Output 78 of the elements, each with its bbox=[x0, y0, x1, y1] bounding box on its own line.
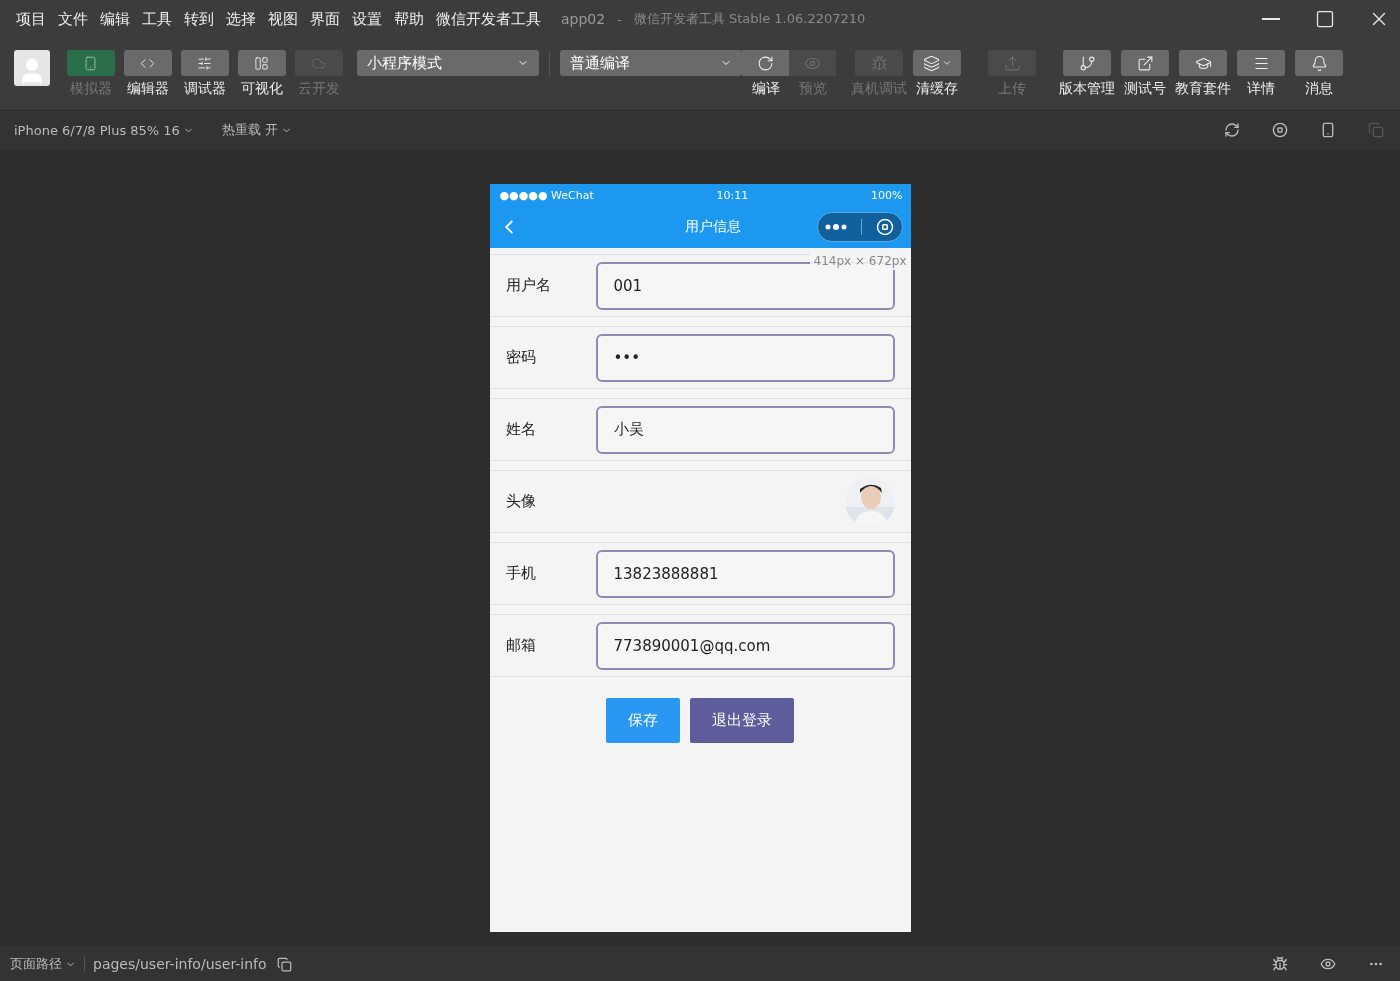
field-label: 手机 bbox=[505, 564, 537, 583]
page-title: 用户信息 bbox=[684, 218, 742, 236]
field-label: 密码 bbox=[505, 348, 537, 367]
battery-text: 100% bbox=[871, 188, 903, 202]
action-label: 消息 bbox=[1305, 80, 1333, 98]
menu-item[interactable]: 编辑 bbox=[100, 9, 130, 29]
minimize-icon bbox=[1262, 18, 1280, 20]
title-separator: - bbox=[617, 11, 622, 27]
layout-icon bbox=[254, 55, 269, 71]
menu-item[interactable]: 选择 bbox=[226, 9, 256, 29]
menu-item[interactable]: 文件 bbox=[58, 9, 88, 29]
more-icon bbox=[824, 224, 847, 230]
capsule-menu[interactable] bbox=[816, 212, 903, 242]
tool-label: 模拟器 bbox=[69, 80, 112, 98]
action-label: 清缓存 bbox=[916, 80, 958, 98]
menu-item[interactable]: 视图 bbox=[268, 9, 298, 29]
toolbar-button[interactable] bbox=[1237, 50, 1285, 76]
menu-item[interactable]: 设置 bbox=[352, 9, 382, 29]
phone-icon bbox=[83, 55, 98, 71]
tool-label: 调试器 bbox=[183, 80, 226, 98]
input-field[interactable]: 小吴 bbox=[595, 405, 895, 454]
toolbar-button[interactable] bbox=[742, 50, 789, 76]
view-toggle-button[interactable] bbox=[123, 50, 172, 76]
menu-item[interactable]: 帮助 bbox=[394, 9, 424, 29]
menu-item[interactable]: 工具 bbox=[142, 9, 172, 29]
caret-icon bbox=[941, 58, 952, 68]
input-field[interactable]: 773890001@qq.com bbox=[595, 621, 895, 670]
toolbar-button[interactable] bbox=[913, 50, 961, 76]
action-label: 编译 bbox=[751, 80, 780, 98]
compile-select[interactable]: 普通编译 bbox=[560, 50, 742, 76]
form-button[interactable]: 退出登录 bbox=[690, 698, 794, 743]
sliders-icon bbox=[197, 55, 212, 71]
input-field[interactable]: 13823888881 bbox=[595, 549, 895, 598]
menu-item[interactable]: 界面 bbox=[310, 9, 340, 29]
page-path-select[interactable]: 页面路径 bbox=[10, 955, 76, 973]
mode-select[interactable]: 小程序模式 bbox=[357, 50, 539, 76]
toolbar-button[interactable] bbox=[1063, 50, 1111, 76]
target-icon bbox=[876, 218, 895, 236]
view-toggle-button[interactable] bbox=[180, 50, 229, 76]
page-path: pages/user-info/user-info bbox=[93, 956, 267, 972]
field-label: 头像 bbox=[505, 492, 537, 511]
field-label: 邮箱 bbox=[505, 636, 537, 655]
window-title: app02 bbox=[561, 11, 606, 27]
upload-icon bbox=[1003, 54, 1021, 72]
action-label: 教育套件 bbox=[1175, 80, 1231, 98]
window-subtitle: 微信开发者工具 Stable 1.06.2207210 bbox=[633, 10, 866, 28]
cloud-icon bbox=[311, 55, 326, 71]
status-time: 10:11 bbox=[716, 188, 749, 202]
action-label: 版本管理 bbox=[1059, 80, 1115, 98]
toolbar-button[interactable] bbox=[1295, 50, 1343, 76]
carrier-text: ●●●●● WeChat bbox=[499, 188, 594, 202]
field-label: 姓名 bbox=[505, 420, 537, 439]
menu-item[interactable]: 项目 bbox=[16, 9, 46, 29]
view-toggle-button[interactable] bbox=[237, 50, 286, 76]
menu-item[interactable]: 微信开发者工具 bbox=[436, 9, 541, 29]
action-label: 详情 bbox=[1247, 80, 1275, 98]
field-label: 用户名 bbox=[505, 276, 552, 295]
view-toggle-button[interactable] bbox=[66, 50, 115, 76]
action-label: 测试号 bbox=[1124, 80, 1166, 98]
branch-icon bbox=[1078, 54, 1096, 72]
bug-icon bbox=[870, 54, 888, 72]
bell-icon bbox=[1310, 54, 1328, 72]
hot-reload-select[interactable]: 热重载 开 bbox=[221, 121, 293, 139]
layers-icon bbox=[922, 54, 940, 72]
external-link-icon bbox=[1136, 54, 1154, 72]
stop-icon[interactable] bbox=[1270, 120, 1290, 140]
action-label: 预览 bbox=[798, 80, 827, 98]
input-field[interactable]: ••• bbox=[595, 333, 895, 382]
tool-label: 可视化 bbox=[240, 80, 283, 98]
tool-label: 编辑器 bbox=[126, 80, 169, 98]
menu-item[interactable]: 转到 bbox=[184, 9, 214, 29]
action-label: 真机调试 bbox=[851, 80, 907, 98]
refresh-icon[interactable] bbox=[1222, 120, 1242, 140]
device-select[interactable]: iPhone 6/7/8 Plus 85% 16 bbox=[14, 122, 194, 138]
refresh-icon bbox=[757, 54, 774, 72]
toolbar-button[interactable] bbox=[1179, 50, 1227, 76]
toolbar-button[interactable] bbox=[1121, 50, 1169, 76]
maximize-icon bbox=[1315, 9, 1335, 29]
